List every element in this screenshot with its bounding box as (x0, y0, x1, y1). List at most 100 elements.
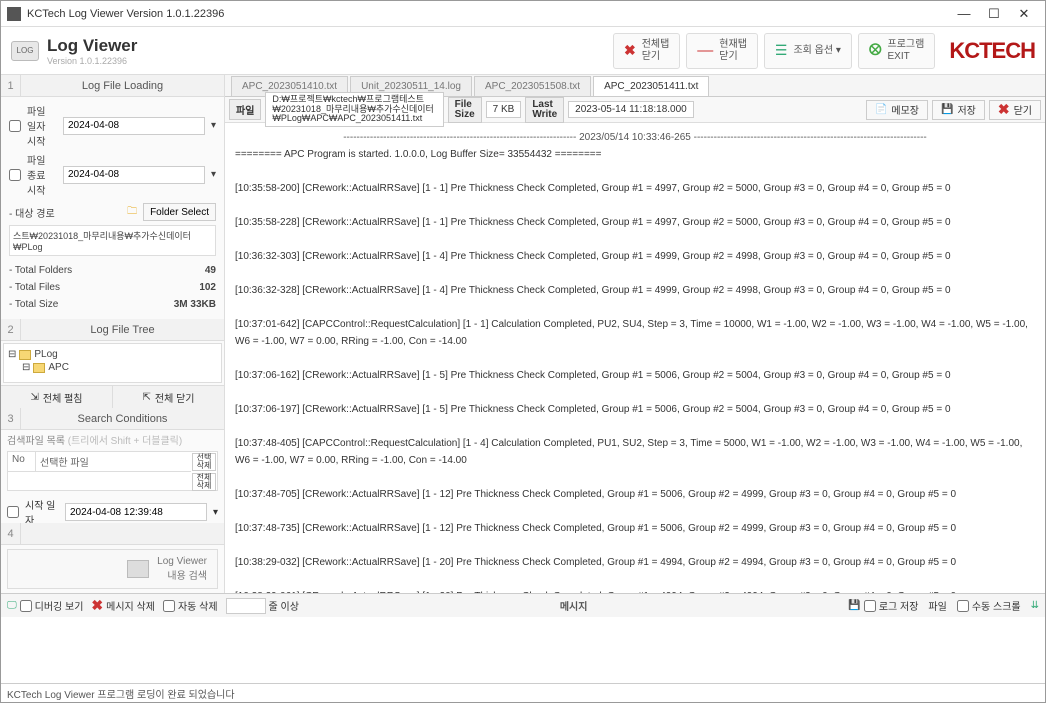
end-date-input[interactable] (63, 166, 205, 184)
close-icon: ✖ (998, 101, 1010, 118)
delete-all-button[interactable]: 전체 삭제 (192, 473, 216, 491)
panel-1-title: Log File Loading (21, 80, 224, 92)
opt-start-input[interactable] (65, 503, 207, 521)
close-all-tabs-button[interactable]: ✖ 전체탭 닫기 (613, 33, 680, 69)
write-label: Last Write (525, 97, 564, 123)
save-button[interactable]: 💾저장 (932, 100, 985, 120)
status-text: KCTech Log Viewer 프로그램 로딩이 완료 되었습니다 (7, 686, 235, 701)
calendar-icon[interactable]: ▾ (213, 507, 218, 518)
maximize-button[interactable]: ☐ (979, 3, 1009, 25)
tree-child-label: APC (48, 362, 69, 373)
minus-icon: — (697, 41, 713, 60)
auto-delete-label: 자동 삭제 (178, 598, 218, 613)
notepad-button[interactable]: 📄 메모장 (866, 100, 928, 120)
close-current-tab-button[interactable]: — 현재탭 닫기 (686, 33, 758, 69)
log-save-checkbox[interactable] (864, 600, 876, 612)
calendar-icon[interactable]: ▾ (211, 169, 216, 180)
log-line (235, 265, 1035, 282)
bottom-center-label: 메시지 (309, 598, 838, 613)
col-file: 선택한 파일 (36, 452, 191, 471)
panel-4-num: 4 (1, 523, 21, 544)
view-options-button[interactable]: ☰ 조회 옵션 ▾ (764, 33, 852, 69)
col-no: No (8, 452, 36, 471)
log-line: [10:37:48-735] [CRework::ActualRRSave] [… (235, 520, 1035, 537)
scroll-end-button[interactable]: ⇊ (1031, 600, 1039, 611)
tree-buttons: ⇲전체 펼침 ⇱전체 닫기 (1, 385, 224, 408)
total-folders-label: - Total Folders (9, 265, 72, 276)
panel-1-header: 1 Log File Loading (1, 75, 224, 97)
start-date-checkbox[interactable] (9, 120, 21, 132)
start-date-label: 파일 일자 시작 (27, 103, 57, 148)
window-title: KCTech Log Viewer Version 1.0.1.22396 (27, 8, 949, 20)
tree-root-item[interactable]: ⊟ PLog (8, 348, 217, 361)
log-save-label: 로그 저장 (879, 598, 919, 613)
main-area: 1 Log File Loading 파일 일자 시작 ▾ 파일 종료 시작 ▾… (1, 75, 1045, 593)
total-files-label: - Total Files (9, 282, 60, 293)
log-line (235, 163, 1035, 180)
exit-button[interactable]: ⮾ 프로그램 EXIT (858, 33, 935, 69)
collapse-all-label: 전체 닫기 (155, 390, 195, 405)
auto-delete-checkbox[interactable] (163, 600, 175, 612)
list-icon: ☰ (775, 42, 788, 59)
notepad-icon: 📄 (875, 104, 887, 115)
panel-4-header: 4 (1, 523, 224, 545)
close-icon: ✖ (624, 42, 636, 59)
panel-1-num: 1 (1, 75, 21, 96)
delete-selected-button[interactable]: 선택 삭제 (192, 453, 216, 471)
end-date-label: 파일 종료 시작 (27, 152, 57, 197)
notepad-label: 메모장 (891, 102, 919, 117)
log-line: [10:37:01-642] [CAPCControl::RequestCalc… (235, 316, 1035, 350)
titlebar: KCTech Log Viewer Version 1.0.1.22396 — … (1, 1, 1045, 27)
log-line (235, 231, 1035, 248)
selected-files-list: No 선택한 파일 선택 삭제 전체 삭제 (7, 451, 218, 491)
log-line: ----------------------------------------… (235, 129, 1035, 146)
folder-icon (19, 350, 31, 360)
opt-start-checkbox[interactable] (7, 506, 19, 518)
folder-select-button[interactable]: Folder Select (143, 203, 216, 221)
close-window-button[interactable]: ✕ (1009, 3, 1039, 25)
log-view[interactable]: ----------------------------------------… (225, 123, 1045, 593)
log-line: [10:37:06-162] [CRework::ActualRRSave] [… (235, 367, 1035, 384)
log-line (235, 197, 1035, 214)
end-date-checkbox[interactable] (9, 169, 21, 181)
opt-start-label: 시작 일자 (25, 497, 59, 523)
panel-2-title: Log File Tree (21, 324, 224, 336)
search-options: 시작 일자▾ 종료 일자▾ 검색 키워드 And (1, 493, 224, 523)
status-bar: KCTech Log Viewer 프로그램 로딩이 완료 되었습니다 (1, 683, 1045, 703)
close-label: 닫기 (1014, 102, 1032, 117)
start-date-input[interactable] (63, 117, 205, 135)
debug-view-checkbox[interactable] (20, 600, 32, 612)
over-lines-input[interactable] (226, 598, 266, 614)
calendar-icon[interactable]: ▾ (211, 120, 216, 131)
log-line: [10:37:48-705] [CRework::ActualRRSave] [… (235, 486, 1035, 503)
tab-APC_2023051508.txt[interactable]: APC_2023051508.txt (474, 76, 591, 96)
file-tree[interactable]: ⊟ PLog ⊟ APC (3, 343, 222, 383)
write-value: 2023-05-14 11:18:18.000 (568, 101, 694, 118)
panel-2-num: 2 (1, 319, 21, 340)
minimize-button[interactable]: — (949, 3, 979, 25)
close-file-button[interactable]: ✖ 닫기 (989, 100, 1041, 120)
log-line: [10:36:32-303] [CRework::ActualRRSave] [… (235, 248, 1035, 265)
panel-2-body: ⊟ PLog ⊟ APC (1, 341, 224, 385)
folder-icon (33, 363, 45, 373)
log-line (235, 350, 1035, 367)
log-line (235, 418, 1035, 435)
monitor-icon: 🖵 (7, 600, 17, 611)
manual-scroll-checkbox[interactable] (957, 600, 969, 612)
exit-icon: ⮾ (869, 41, 882, 60)
tab-APC_2023051411.txt[interactable]: APC_2023051411.txt (593, 76, 709, 96)
log-line (235, 537, 1035, 554)
manual-scroll-label: 수동 스크롤 (972, 598, 1021, 613)
search-list-label: 검색파일 목록 (7, 436, 65, 447)
delete-msg-button[interactable]: ✖메시지 삭제 (91, 597, 155, 614)
tree-root-label: PLog (34, 349, 57, 360)
total-files-value: 102 (199, 282, 216, 293)
content-search-button[interactable]: Log Viewer 내용 검색 (7, 549, 218, 589)
expand-all-button[interactable]: ⇲전체 펼침 (1, 386, 113, 408)
total-size-value: 3M 33KB (174, 299, 216, 310)
panel-3-num: 3 (1, 408, 21, 429)
tree-child-item[interactable]: ⊟ APC (8, 361, 217, 374)
blank-area (1, 617, 1045, 683)
logo-badge-icon: LOG (11, 41, 39, 61)
collapse-all-button[interactable]: ⇱전체 닫기 (113, 386, 224, 408)
